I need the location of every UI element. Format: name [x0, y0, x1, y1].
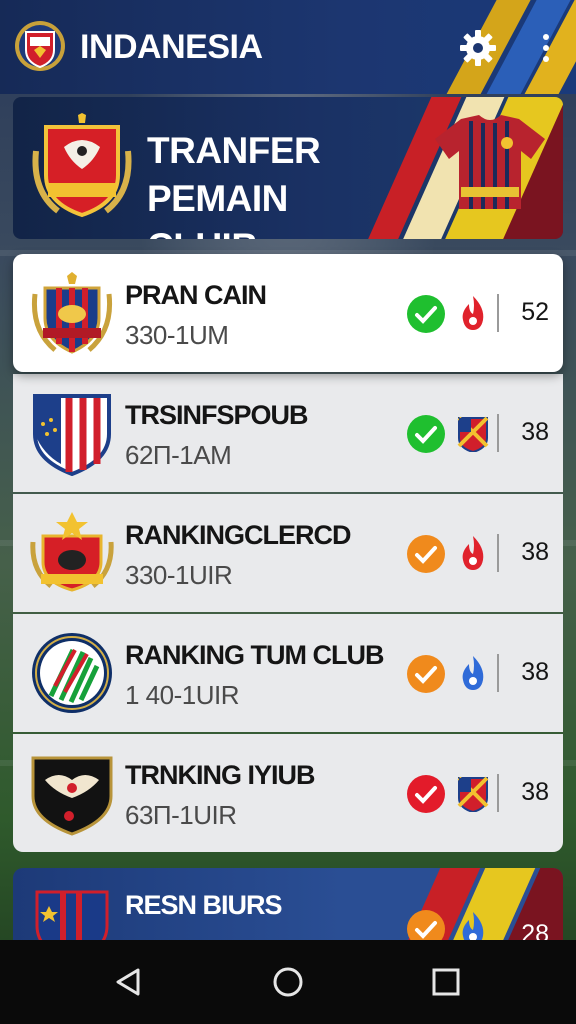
flag-badge-icon	[457, 416, 489, 452]
star-crest-icon	[30, 512, 114, 592]
club-name: TRSINFSPOUB	[125, 400, 309, 430]
club-name: TRNKING IYIUB	[125, 760, 315, 790]
club-name: RANKINGCLERCD	[125, 520, 351, 550]
shield-crest-icon	[31, 272, 113, 354]
club-subtitle: 330-1UIR	[125, 560, 233, 590]
app-header: INDANESIA	[0, 0, 576, 94]
round-crest-icon	[32, 633, 112, 713]
recent-square-icon[interactable]	[426, 962, 466, 1002]
back-triangle-icon[interactable]	[110, 962, 150, 1002]
check-icon	[407, 775, 445, 813]
score-value: 38	[521, 658, 549, 686]
check-icon	[407, 535, 445, 573]
flame-icon	[462, 296, 484, 330]
score-value: 52	[521, 298, 549, 326]
striped-shield-icon	[33, 394, 111, 476]
kebab-menu-icon[interactable]	[536, 30, 556, 66]
club-name: RESN BIURS	[125, 890, 283, 920]
score-value: 38	[521, 778, 549, 806]
check-icon	[407, 655, 445, 693]
jersey-icon	[435, 115, 545, 209]
list-item[interactable]: RANKING TUM CLUB 1 40-1UIR 38	[13, 614, 563, 732]
list-item[interactable]: RANKINGCLERCD 330-1UIR 38	[13, 494, 563, 612]
club-crest-icon	[15, 21, 65, 71]
flame-icon	[462, 536, 484, 570]
score-value: 38	[521, 418, 549, 446]
club-subtitle: 330-1UM	[125, 320, 229, 350]
eagle-crest-icon	[32, 113, 132, 218]
app-title: INDANESIA	[80, 28, 263, 66]
check-icon	[407, 295, 445, 333]
club-name: PRAN CAIN	[125, 280, 267, 310]
list-item[interactable]: TRSINFSPOUB 62П-1AM 38	[13, 374, 563, 492]
list-item[interactable]: TRNKING IYIUB 63П-1UIR 38	[13, 734, 563, 852]
gear-icon[interactable]	[458, 28, 498, 68]
list-item[interactable]: RESN BIURS 28	[13, 868, 563, 948]
blue-shield-icon	[35, 890, 109, 948]
system-navbar	[0, 940, 576, 1024]
home-circle-icon[interactable]	[268, 962, 308, 1002]
flag-badge-icon	[457, 776, 489, 812]
club-name: RANKING TUM CLUB	[125, 640, 384, 670]
flame-icon	[462, 656, 484, 690]
transfer-banner[interactable]: TRANFER PEMAIN CLUIB	[13, 97, 563, 239]
club-subtitle: 62П-1AM	[125, 440, 232, 470]
club-subtitle: 1 40-1UIR	[125, 680, 240, 710]
score-value: 38	[521, 538, 549, 566]
eagle-shield-icon	[31, 756, 113, 836]
banner-title: TRANFER PEMAIN CLUIB	[147, 130, 321, 239]
list-item[interactable]: PRAN CAIN 330-1UM 52	[13, 254, 563, 372]
club-subtitle: 63П-1UIR	[125, 800, 237, 830]
check-icon	[407, 415, 445, 453]
